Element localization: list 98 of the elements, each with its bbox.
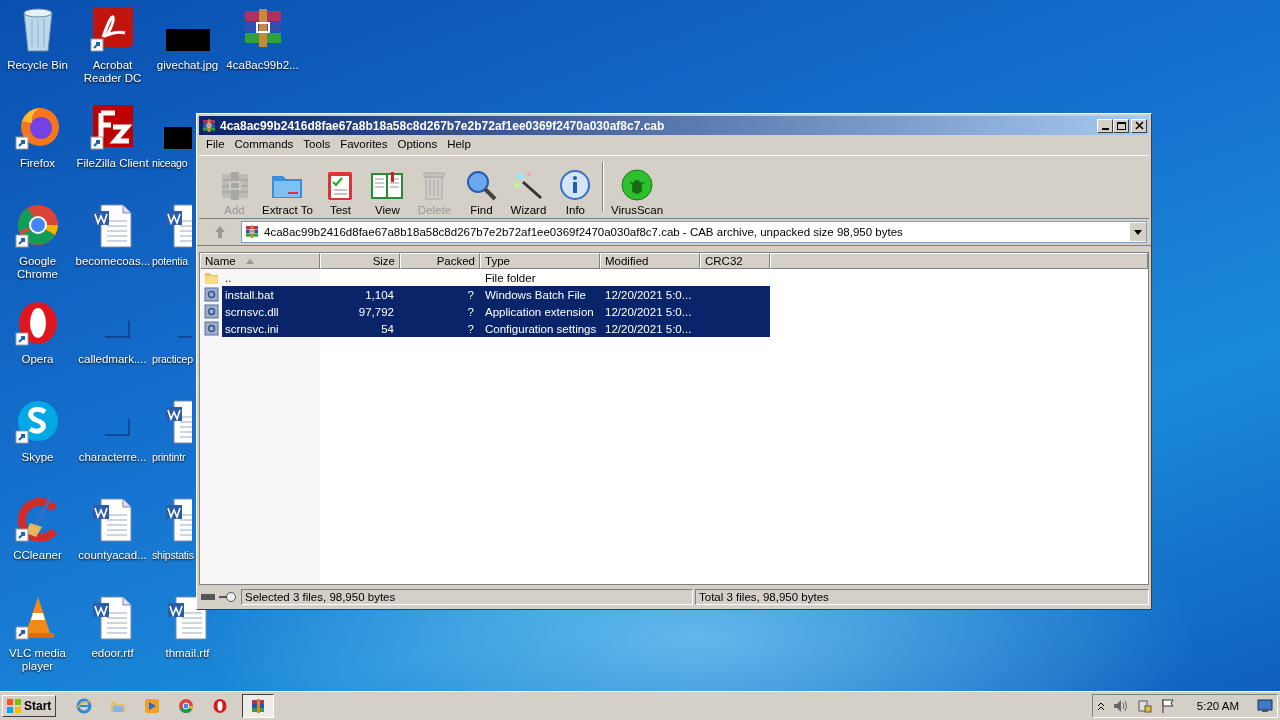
file-row[interactable]: install.bat 1,104 ? Windows Batch File 12/20/2021 5:0... xyxy=(222,286,770,303)
file-gear-icon xyxy=(204,287,219,302)
status-text: Selected 3 files, 98,950 bytes xyxy=(241,589,693,605)
toolbar-button[interactable]: VirusScan xyxy=(606,168,668,216)
browser-e-icon xyxy=(76,698,93,714)
icon-label[interactable]: edoor.rtf xyxy=(91,647,134,660)
icon-label[interactable]: Google Chrome xyxy=(0,255,75,281)
opera-icon xyxy=(212,698,229,714)
menu-item[interactable]: Options xyxy=(392,137,443,151)
info-icon xyxy=(558,168,593,202)
table-cell-text: 12/20/2021 5:0... xyxy=(604,288,693,301)
column-header[interactable]: Packed xyxy=(400,253,480,269)
table-cell-text: 12/20/2021 5:0... xyxy=(604,322,693,335)
drive-key-icon xyxy=(199,591,239,603)
icon-label[interactable]: practicep xyxy=(152,353,193,366)
table-cell-text: 12/20/2021 5:0... xyxy=(604,305,693,318)
menu-item[interactable]: File xyxy=(201,137,230,151)
menu-item[interactable]: Commands xyxy=(229,137,299,151)
icon-label[interactable]: Firefox xyxy=(19,157,56,170)
column-header[interactable]: Size xyxy=(320,253,400,269)
icon-label[interactable]: Skype xyxy=(21,451,54,464)
toolbar-button[interactable]: Extract To xyxy=(258,168,317,216)
toolbar-button[interactable]: View xyxy=(363,168,411,216)
table-cell-text: File folder xyxy=(484,271,537,284)
column-header[interactable]: CRC32 xyxy=(700,253,770,269)
column-header[interactable]: Type xyxy=(480,253,600,269)
file-gear-icon xyxy=(204,321,219,336)
maximize-icon xyxy=(1115,120,1127,131)
menu-item[interactable]: Tools xyxy=(298,137,336,151)
play-icon xyxy=(144,698,161,714)
icon-label[interactable]: Opera xyxy=(21,353,54,366)
windows-logo-icon xyxy=(6,698,22,714)
icon-label[interactable]: becomecoas... xyxy=(75,255,150,268)
network-icon[interactable] xyxy=(1136,698,1153,714)
column-header[interactable]: Name xyxy=(200,253,320,269)
caret-icon xyxy=(1134,229,1142,235)
icon-label[interactable]: thmail.rtf xyxy=(165,647,210,660)
icon-label[interactable]: CCleaner xyxy=(13,549,62,562)
close-icon xyxy=(1133,120,1145,131)
menu-item[interactable]: Favorites xyxy=(335,137,393,151)
icon-label[interactable]: Recycle Bin xyxy=(7,59,68,72)
minimize-icon xyxy=(1101,127,1109,130)
folder-icon xyxy=(204,270,219,285)
icon-label[interactable]: characterre... xyxy=(78,451,147,464)
close-button[interactable] xyxy=(1131,118,1147,133)
chevron-icon[interactable] xyxy=(1096,701,1105,711)
icon-label[interactable]: potentia xyxy=(152,255,188,268)
taskbar-button[interactable] xyxy=(242,694,275,718)
table-cell-text: 97,792 xyxy=(357,305,395,318)
icon-label[interactable]: Acrobat Reader DC xyxy=(75,59,150,85)
toolbar-button[interactable]: Wizard xyxy=(504,168,552,216)
file-row[interactable]: scrnsvc.ini 54 ? Configuration settings 12/20/2021 5:0... xyxy=(222,320,770,337)
icon-label[interactable]: FileZilla Client xyxy=(76,157,149,170)
table-cell-text: scrnsvc.ini xyxy=(224,322,280,335)
speaker-icon[interactable] xyxy=(1112,699,1129,713)
table-cell-text: Configuration settings xyxy=(484,322,598,335)
icon-label[interactable]: calledmark.... xyxy=(78,353,147,366)
icon-label[interactable]: countyacad... xyxy=(78,549,147,562)
file-row[interactable]: .. File folder xyxy=(222,269,770,286)
table-cell-text: 1,104 xyxy=(364,288,395,301)
archive-icon xyxy=(201,117,217,134)
flag-icon[interactable] xyxy=(1160,698,1175,714)
dropdown-button[interactable] xyxy=(1130,223,1146,241)
minimize-button[interactable] xyxy=(1097,118,1113,133)
icon-label[interactable]: givechat.jpg xyxy=(156,59,219,72)
menu-item[interactable]: Help xyxy=(442,137,476,151)
archive-icon xyxy=(250,698,267,714)
table-cell-text: Application extension xyxy=(484,305,595,318)
maximize-button[interactable] xyxy=(1113,118,1129,133)
table-cell-text: .. xyxy=(224,271,233,284)
table-cell-text: 54 xyxy=(380,322,395,335)
search-icon xyxy=(464,168,499,202)
column-header[interactable]: Modified xyxy=(600,253,700,269)
chrome-icon xyxy=(178,698,195,714)
table-cell-text: Windows Batch File xyxy=(484,288,587,301)
icon-label[interactable]: 4ca8ac99b2... xyxy=(226,59,299,72)
table-cell-text: ? xyxy=(466,322,475,335)
start-button[interactable]: Start xyxy=(2,695,57,717)
toolbar-button[interactable]: Test xyxy=(316,168,364,216)
icon-label[interactable]: shipstatis xyxy=(152,549,194,562)
monitor-icon[interactable] xyxy=(1257,699,1273,713)
table-cell-text: ? xyxy=(466,305,475,318)
clock-text: 5:20 AM xyxy=(1196,700,1239,712)
window-title: 4ca8ac99b2416d8fae67a8b18a58c8d267b7e2b72af1ee0369f2470a030af8c7.cab xyxy=(220,118,666,133)
icon-label[interactable]: niceago xyxy=(152,157,188,170)
bug-icon xyxy=(620,168,655,202)
status-text: Total 3 files, 98,950 bytes xyxy=(695,589,1149,605)
address-field[interactable]: 4ca8ac99b2416d8fae67a8b18a58c8d267b7e2b72af1ee0369f2470a030af8c7.cab - CAB archive, unpacked size 98,950 bytes xyxy=(241,221,1147,243)
table-cell-text: scrnsvc.dll xyxy=(224,305,280,318)
toolbar-button[interactable]: Find xyxy=(457,168,505,216)
icon-label[interactable]: printintr xyxy=(152,451,186,464)
file-row[interactable]: scrnsvc.dll 97,792 ? Application extension 12/20/2021 5:0... xyxy=(222,303,770,320)
table-cell-text: install.bat xyxy=(224,288,275,301)
table-cell-text: ? xyxy=(466,288,475,301)
icon-label[interactable]: VLC media player xyxy=(0,647,75,673)
archive-icon xyxy=(244,224,260,240)
toolbar-button[interactable]: Info xyxy=(551,168,599,216)
file-gear-icon xyxy=(204,304,219,319)
